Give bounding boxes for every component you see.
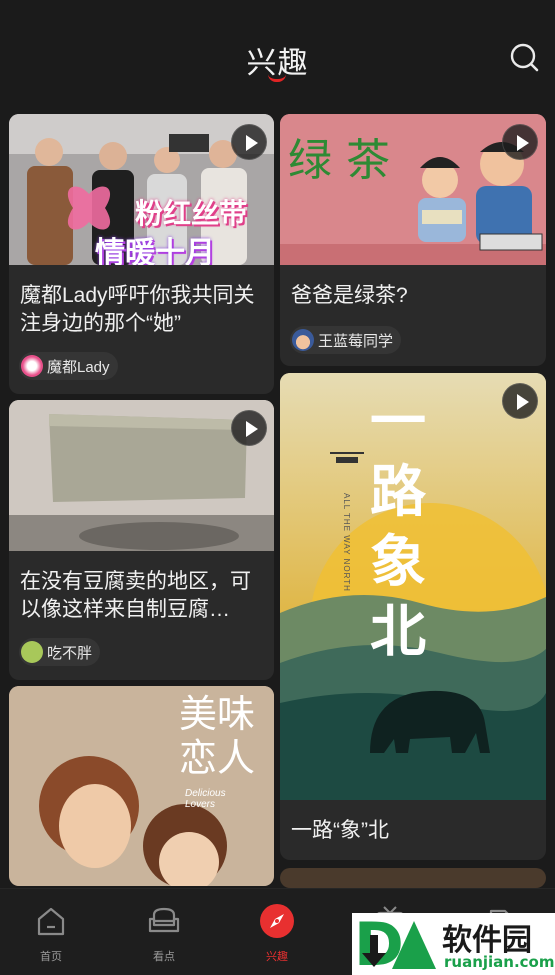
video-title[interactable]: 爸爸是绿茶? [291,282,536,310]
video-title[interactable]: 在没有豆腐卖的地区，可以像这样来自制豆腐… [20,568,264,624]
nav-label: 兴趣 [266,951,288,963]
thumbnail-overlay-text-2: 情暖十月 [95,237,215,265]
thumbnail-overlay-text: 绿 茶 [288,135,390,186]
play-button[interactable] [231,124,267,160]
author-chip[interactable]: 王蓝莓同学 [290,326,402,354]
video-card-6[interactable] [280,868,546,888]
thumbnail-overlay-text-1: 粉红丝带 [135,198,248,229]
video-card-4[interactable]: 一路象北 ALL THE WAY NORTH 一路“象”北 [280,373,546,860]
author-avatar [292,329,314,351]
nav-interest[interactable]: 兴趣 [237,889,317,975]
video-thumbnail-3[interactable] [9,400,274,551]
video-thumbnail-2[interactable]: 绿 茶 [280,114,546,265]
video-card-5[interactable]: 美味恋人 Delicious Lovers [9,686,274,886]
top-header: 兴趣 [0,0,555,104]
author-name: 魔都Lady [47,358,110,376]
video-card-1[interactable]: 粉红丝带 情暖十月 魔都Lady呼吁你我共同关注身边的那个“她” 魔都Lady [9,114,274,394]
nav-label: 首页 [40,951,62,963]
watermark-domain: ruanjian.com [444,953,555,971]
video-title[interactable]: 一路“象”北 [291,817,536,845]
thumbnail-overlay-text: 美味恋人 [179,692,256,780]
thumbnail-overlay-text: 一路象北 [370,389,426,665]
author-name: 吃不胖 [47,644,93,662]
thumbnail-overlay-subtitle: ALL THE WAY NORTH [342,493,351,592]
video-card-2[interactable]: 绿 茶 爸爸是绿茶? 王蓝莓同学 [280,114,546,366]
video-thumbnail-5[interactable]: 美味恋人 Delicious Lovers [9,686,274,886]
sofa-icon [148,907,180,933]
nav-kandian[interactable]: 看点 [124,889,204,975]
video-title[interactable]: 魔都Lady呼吁你我共同关注身边的那个“她” [20,282,264,338]
thumbnail-overlay-subtitle: Delicious Lovers [185,788,226,810]
author-avatar [21,641,43,663]
play-button[interactable] [502,124,538,160]
author-avatar [21,355,43,377]
search-icon [510,43,539,72]
search-button[interactable] [507,40,543,76]
compass-icon [260,904,294,938]
video-thumbnail-4[interactable]: 一路象北 ALL THE WAY NORTH [280,373,546,800]
play-button[interactable] [231,410,267,446]
video-thumbnail-1[interactable]: 粉红丝带 情暖十月 [9,114,274,265]
site-watermark: D 软件园 ruanjian.com [352,913,555,975]
video-card-3[interactable]: 在没有豆腐卖的地区，可以像这样来自制豆腐… 吃不胖 [9,400,274,680]
author-chip[interactable]: 吃不胖 [19,638,101,666]
author-name: 王蓝莓同学 [318,332,394,350]
nav-label: 看点 [153,951,175,963]
author-chip[interactable]: 魔都Lady [19,352,118,380]
home-icon [37,907,65,936]
nav-home[interactable]: 首页 [11,889,91,975]
play-button[interactable] [502,383,538,419]
